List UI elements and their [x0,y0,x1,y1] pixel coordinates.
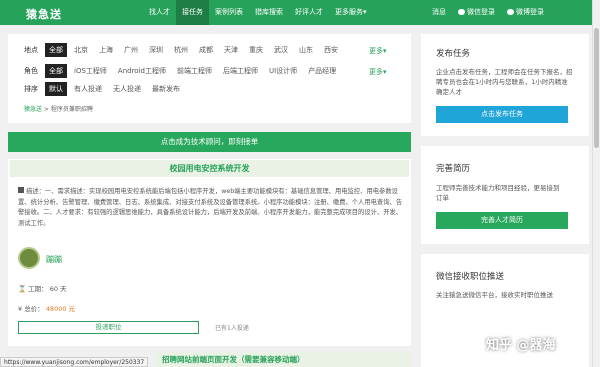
nav-top-talent[interactable]: 好评人才 [289,0,329,25]
filter-option[interactable]: 山东 [295,43,317,57]
nav-search[interactable]: 猎库搜索 [249,0,289,25]
job-title[interactable]: 校园用电安控系统开发 [10,160,409,177]
filter-option[interactable]: 北京 [70,43,92,57]
filter-row-role: 角色 全部 iOS工程师 Android工程师 前端工程师 后端工程师 UI设计… [24,63,343,78]
filter-option[interactable]: iOS工程师 [70,64,111,78]
job-description: 描述：一、需求描述：实现校园用电安控系统能后端包括小程序开发，web端主要功能模… [18,187,404,229]
wechat-login[interactable]: 微信登录 [452,0,501,25]
filter-option[interactable]: 前端工程师 [173,64,216,78]
complete-resume-button[interactable]: 完善人才简历 [436,212,568,229]
nav-right: 消息 微信登录 微博登录 [426,0,550,25]
filter-option[interactable]: UI设计师 [265,64,301,78]
publish-task-button[interactable]: 点击发布任务 [436,106,568,123]
filter-option[interactable]: 广州 [120,43,142,57]
nav-take-task[interactable]: 接任务 [176,0,209,25]
job-poster-name[interactable]: 蹦蹦 [46,254,62,265]
wechat-push-title: 微信接收职位推送 [436,272,505,282]
filter-option[interactable]: 有人投递 [70,82,106,96]
next-job-title[interactable]: 招聘网站前端页面开发（需要兼容移动端） [156,352,411,367]
filter-option[interactable]: 西安 [320,43,342,57]
filter-option[interactable]: 无人投递 [109,82,145,96]
nav-find-talent[interactable]: 找人才 [143,0,176,25]
price-label: 总价： [24,305,44,313]
filter-option[interactable]: 武汉 [270,43,292,57]
filter-option[interactable]: 后端工程师 [219,64,262,78]
job-description-text: 描述：一、需求描述：实现校园用电安控系统能后端包括小程序开发，web端主要功能模… [18,188,403,227]
weibo-icon [507,9,514,15]
wechat-login-label: 微信登录 [467,8,495,16]
top-nav: 猿急送 找人才 接任务 案例列表 猎库搜索 好评人才 更多服务▾ 消息 微信登录… [0,0,600,25]
resume-title: 完善简历 [436,164,471,174]
weibo-login[interactable]: 微博登录 [501,0,550,25]
filter-option[interactable]: 默认 [45,81,67,96]
breadcrumb: 猿急送 > 程序员兼职招聘 [24,104,93,113]
site-logo[interactable]: 猿急送 [26,6,62,22]
resume-text: 工程师完善技术能力和项目经验，更易接到订单 [436,184,560,202]
filter-option[interactable]: 天津 [220,43,242,57]
filter-option[interactable]: 深圳 [145,43,167,57]
filter-label: 角色 [24,66,38,75]
nav-more-services[interactable]: 更多服务▾ [329,0,373,25]
filter-option[interactable]: 最新发布 [148,82,184,96]
applicant-count: 已有1人投递 [215,325,249,332]
filter-option[interactable]: Android工程师 [114,64,170,78]
filter-option[interactable]: 产品经理 [304,64,340,78]
filter-option[interactable]: 重庆 [245,43,267,57]
wechat-push-text: 关注猿急送微信平台，接收实时职位推送 [436,291,553,299]
filter-label: 排序 [24,84,38,93]
nav-links: 找人才 接任务 案例列表 猎库搜索 好评人才 更多服务▾ [143,0,373,25]
period-label: 工期： [28,285,48,293]
apply-job-button[interactable]: 投递职位 [18,321,199,334]
filter-option[interactable]: 杭州 [170,43,192,57]
price-value: 48000 元 [45,305,76,313]
publish-task-title: 发布任务 [436,49,471,59]
nav-messages[interactable]: 消息 [426,0,452,25]
watermark: 知乎 @器海 [486,338,556,353]
yen-icon: ¥ [18,305,23,313]
filter-row-location: 地点 全部 北京 上海 广州 深圳 杭州 成都 天津 重庆 武汉 山东 西安 [24,42,345,57]
vertical-scrollbar[interactable] [592,0,600,367]
period-value: 60 天 [49,285,67,293]
job-price: ¥ 总价： 48000 元 [18,303,75,313]
scrollbar-thumb[interactable] [594,28,599,148]
breadcrumb-current: > 程序员兼职招聘 [42,106,93,113]
nav-case-list[interactable]: 案例列表 [209,0,249,25]
grid-icon [18,187,24,193]
status-bar-url: https://www.yuanjisong.com/employer/2503… [0,357,149,367]
filter-option[interactable]: 上海 [95,43,117,57]
weibo-login-label: 微博登录 [516,8,544,16]
publish-task-text: 企业点击发布任务，工程师会在任务下报名，招聘专员也会在1小时内与您联系，1小时内… [436,68,573,96]
filter-label: 地点 [24,45,38,54]
job-period: ⌛ 工期： 60 天 [18,283,67,293]
role-more-link[interactable]: 更多▾ [369,67,387,77]
filter-option[interactable]: 成都 [195,43,217,57]
filter-row-sort: 排序 默认 有人投递 无人投递 最新发布 [24,81,187,96]
filter-option[interactable]: 全部 [45,63,67,78]
hourglass-icon: ⌛ [18,285,27,293]
breadcrumb-home[interactable]: 猿急送 [24,106,42,113]
avatar[interactable] [18,247,40,269]
become-consultant-button[interactable]: 点击成为技术顾问，即刻接单 [8,132,411,152]
wechat-icon [458,9,465,15]
location-more-link[interactable]: 更多▾ [369,46,387,56]
filter-option[interactable]: 全部 [45,42,67,57]
